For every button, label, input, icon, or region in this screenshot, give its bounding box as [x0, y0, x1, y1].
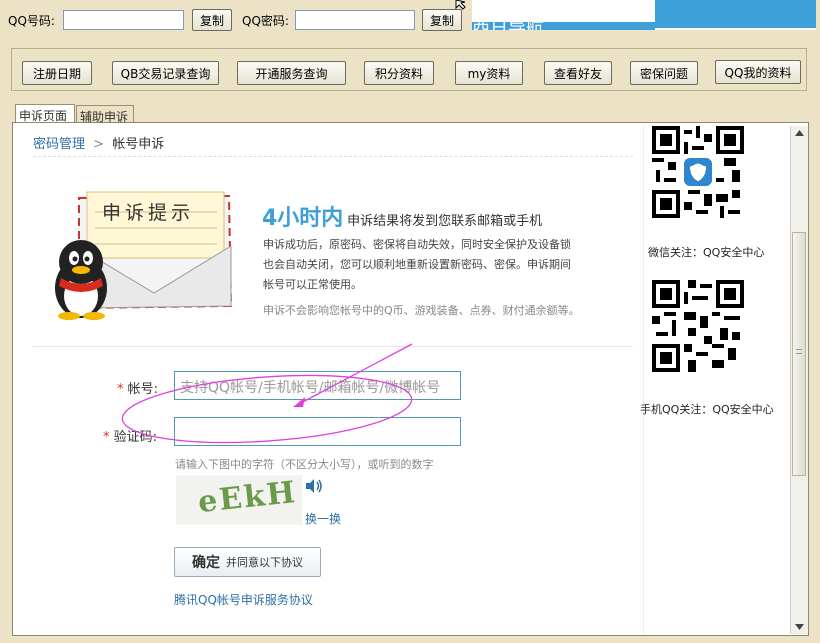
view-friends-button[interactable]: 查看好友 — [544, 61, 612, 85]
qq-my-info-button[interactable]: QQ我的资料 — [715, 60, 801, 84]
security-question-button[interactable]: 密保问题 — [630, 61, 698, 85]
copy-password-button[interactable]: 复制 — [422, 9, 462, 31]
mobile-qq-qr-code — [652, 280, 744, 372]
tab-appeal-page[interactable]: 申诉页面 — [15, 104, 75, 123]
scroll-down-icon[interactable] — [795, 624, 804, 630]
scroll-thumb[interactable] — [792, 232, 806, 476]
qb-records-button[interactable]: QB交易记录查询 — [112, 61, 219, 85]
qq-number-label: QQ号码: — [8, 14, 55, 28]
tab-assist-appeal[interactable]: 辅助申诉 — [76, 105, 134, 124]
copy-qq-button[interactable]: 复制 — [192, 9, 232, 31]
mobile-qq-qr-caption: 手机QQ关注：QQ安全中心 — [640, 403, 774, 416]
points-info-button[interactable]: 积分资料 — [364, 61, 434, 85]
qq-number-input[interactable] — [63, 10, 184, 30]
vertical-scrollbar[interactable] — [790, 126, 808, 634]
grip-icon — [796, 349, 802, 354]
wechat-qr-caption: 微信关注：QQ安全中心 — [648, 246, 765, 259]
scroll-up-icon[interactable] — [795, 130, 804, 136]
register-date-button[interactable]: 注册日期 — [22, 61, 92, 85]
banner-block — [655, 0, 816, 28]
wechat-qr-code — [652, 126, 744, 218]
web-content: 密码管理 > 帐号申诉 申诉提示 4小时内 申诉结果将发到您联系邮箱或手机 申诉… — [17, 126, 791, 634]
qq-password-input[interactable] — [295, 10, 415, 30]
mouse-cursor-icon — [455, 0, 466, 10]
annotation-overlay — [121, 343, 413, 444]
services-query-button[interactable]: 开通服务查询 — [237, 61, 346, 85]
banner-text: 西日导航 — [472, 22, 655, 30]
my-info-button[interactable]: my资料 — [455, 61, 523, 85]
qq-password-label: QQ密码: — [242, 14, 289, 28]
qr-sidebar: 微信关注：QQ安全中心 手机QQ关注：QQ安全中心 — [640, 126, 774, 634]
banner-strip: 西日导航 — [472, 0, 816, 30]
